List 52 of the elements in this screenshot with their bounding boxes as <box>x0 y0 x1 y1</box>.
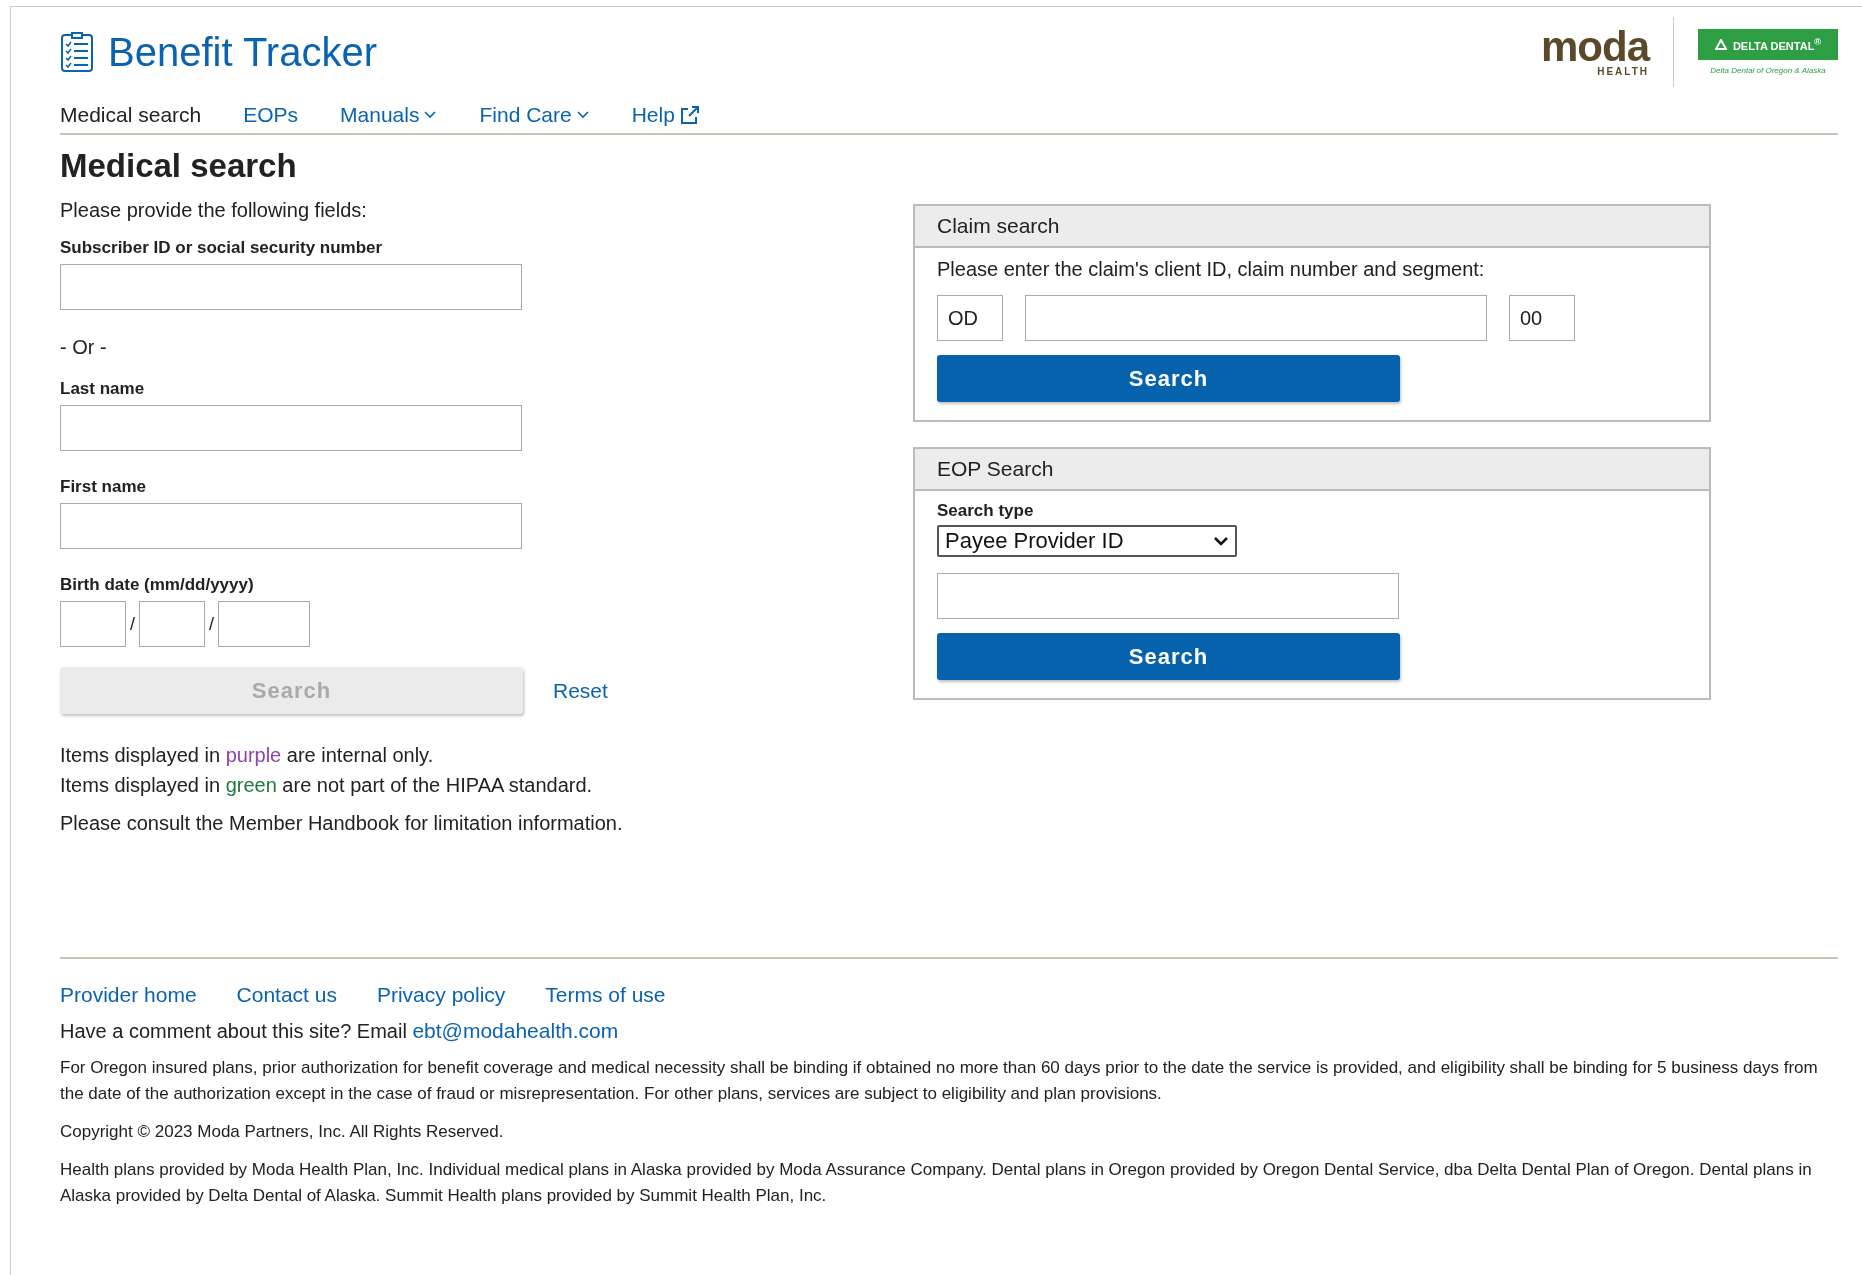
day-field[interactable] <box>139 601 205 647</box>
form-intro: Please provide the following fields: <box>60 199 368 222</box>
field-label: Search type <box>937 501 1035 521</box>
nav-link[interactable]: EOPs <box>243 103 299 127</box>
last-name-field[interactable] <box>60 405 522 451</box>
field-label: Subscriber ID or social security number <box>60 238 384 258</box>
consult-note: Please consult the Member Handbook for limitation information. <box>60 812 624 835</box>
providers-text: Health plans provided by Moda Health Plan, Inc. Individual medical plans in Alaska provided by Moda Assurance Company. Dental plans in Oregon provided by Oregon Dental Service, dba Delta Dental Plan of Oregon. Dental plans in Alaska provided by Delta Dental of Alaska. Summit Health plans provided by Summit Health Plan, Inc. <box>60 1159 1813 1207</box>
footer-link[interactable]: Contact us <box>236 983 337 1007</box>
reset-link[interactable]: Reset <box>553 678 608 703</box>
panel-title: Claim search <box>915 206 1709 248</box>
claim-number-field[interactable] <box>1025 295 1487 341</box>
date-separator: / <box>209 613 215 635</box>
client-id-field[interactable]: OD <box>937 295 1003 341</box>
field-label: First name <box>60 477 147 497</box>
chevron-down-icon <box>423 110 438 120</box>
field-label: Last name <box>60 379 146 399</box>
subscriber-id-field[interactable] <box>60 264 522 310</box>
comment-text: Have a comment about this site? Email <box>60 1020 407 1042</box>
footer-link[interactable]: Privacy policy <box>376 983 506 1007</box>
moda-logo: moda HEALTH <box>1541 17 1674 87</box>
year-field[interactable] <box>218 601 311 647</box>
legend-text: Items displayed in green are not part of the HIPAA standard. <box>60 773 594 798</box>
chevron-down-icon <box>575 110 590 120</box>
segment-field[interactable]: 00 <box>1509 295 1575 341</box>
disclaimer-text: For Oregon insured plans, prior authorization for benefit coverage and medical necessity shall be binding if obtained no more than 60 days prior to the date the service is provided, and eligibility shall be binding for 5 business days from the date of the authorization except in the case of fraud or misrepresentation. For other plans, services are subject to eligibility and plan provisions. <box>60 1057 1819 1105</box>
email-link[interactable]: ebt@modahealth.com <box>412 1019 619 1042</box>
first-name-field[interactable] <box>60 503 522 549</box>
month-field[interactable] <box>60 601 126 647</box>
nav-link[interactable]: Medical search <box>60 103 202 127</box>
legend-text: Items displayed in purple are internal only. <box>60 743 435 768</box>
checklist-icon <box>60 31 94 73</box>
nav-link[interactable]: Help <box>631 103 701 127</box>
or-divider-text: - Or - <box>60 336 108 359</box>
delta-logo: DELTA DENTAL$^{®}$ Delta Dental of Oregon & Alaska <box>1698 29 1838 75</box>
nav-link[interactable]: Find Care <box>479 103 590 127</box>
external-link-icon <box>678 105 701 125</box>
claim-instruction: Please enter the claim's client ID, claim number and segment: <box>937 258 1486 281</box>
page-heading: Medical search <box>60 147 298 185</box>
chevron-down-icon <box>1213 536 1229 546</box>
search-type-select[interactable]: Payee Provider ID <box>937 525 1237 557</box>
panel-title: EOP Search <box>915 449 1709 491</box>
search-button[interactable]: Search <box>937 633 1400 680</box>
app-title: Benefit Tracker <box>108 29 377 75</box>
copyright-text: Copyright © 2023 Moda Partners, Inc. All Rights Reserved. <box>60 1121 505 1143</box>
footer-link[interactable]: Provider home <box>60 983 197 1007</box>
search-button[interactable]: Search <box>937 355 1400 402</box>
nav-link[interactable]: Manuals <box>340 103 438 127</box>
footer-link[interactable]: Terms of use <box>545 983 666 1007</box>
field-label: Birth date (mm/dd/yyyy) <box>60 575 255 595</box>
date-separator: / <box>130 613 135 635</box>
eop-search-field[interactable] <box>937 573 1399 619</box>
